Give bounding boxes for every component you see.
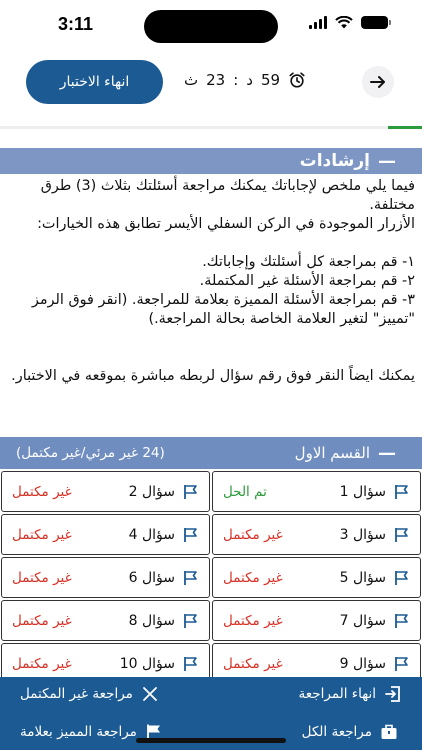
timer-minutes-unit: د [246, 71, 253, 89]
question-status: غير مكتمل [223, 569, 283, 586]
instructions-list-item: ١- قم بمراجعة كل أسئلتك وإجاباتك. [202, 254, 415, 270]
question-cell[interactable]: سؤال 7 غير مكتمل [212, 600, 421, 641]
alarm-clock-icon [289, 72, 305, 88]
arrow-right-icon [370, 76, 385, 88]
instructions-paragraph: الأزرار الموجودة في الركن السفلي الأيسر … [37, 216, 415, 232]
question-cell[interactable]: سؤال 6 غير مكتمل [1, 557, 210, 598]
flag-icon[interactable] [183, 570, 199, 586]
timer-separator: : [233, 71, 239, 89]
question-status: غير مكتمل [223, 526, 283, 543]
flag-icon[interactable] [394, 484, 410, 500]
question-label: سؤال 9 [339, 655, 386, 672]
flag-icon[interactable] [394, 613, 410, 629]
finish-review-label: انهاء المراجعة [298, 686, 376, 702]
question-status: غير مكتمل [12, 612, 72, 629]
instructions-list-item: ٣- قم بمراجعة الأسئلة المميزة بعلامة للم… [31, 292, 415, 327]
question-status: غير مكتمل [12, 655, 72, 672]
flag-icon[interactable] [183, 527, 199, 543]
battery-icon [361, 16, 391, 29]
questions-grid: سؤال 1 تم الحل سؤال 2 غير مكتمل سؤال 3 غ… [0, 471, 422, 681]
briefcase-icon [381, 724, 397, 739]
close-x-icon [143, 687, 157, 701]
flag-icon[interactable] [394, 527, 410, 543]
review-all-label: مراجعة الكل [301, 724, 372, 740]
part-title: القسم الاول [294, 444, 370, 462]
question-cell[interactable]: سؤال 2 غير مكتمل [1, 471, 210, 512]
status-icons [309, 16, 391, 29]
dynamic-island [144, 10, 278, 43]
question-cell[interactable]: سؤال 4 غير مكتمل [1, 514, 210, 555]
question-cell[interactable]: سؤال 1 تم الحل [212, 471, 421, 512]
question-cell[interactable]: سؤال 5 غير مكتمل [212, 557, 421, 598]
question-status: غير مكتمل [12, 569, 72, 586]
question-label: سؤال 4 [128, 526, 175, 543]
question-status: غير مكتمل [223, 655, 283, 672]
question-cell[interactable]: سؤال 9 غير مكتمل [212, 643, 421, 681]
cellular-signal-icon [309, 16, 327, 29]
instructions-body: فيما يلي ملخص لإجاباتك يمكنك مراجعة أسئل… [10, 177, 415, 386]
end-exam-button[interactable]: انهاء الاختبار [26, 60, 163, 104]
review-incomplete-button[interactable]: مراجعة غير المكتمل [20, 685, 159, 703]
exam-timer: 59 د : 23 ث [184, 71, 306, 89]
timer-seconds: 23 [206, 71, 226, 89]
part-unseen-count: (24 غير مرئي/غير مكتمل) [16, 445, 165, 461]
instructions-paragraph: فيما يلي ملخص لإجاباتك يمكنك مراجعة أسئل… [40, 178, 415, 213]
question-status: تم الحل [223, 483, 267, 500]
instructions-header[interactable]: — إرشادات [0, 148, 422, 174]
question-label: سؤال 5 [339, 569, 386, 586]
collapse-icon: — [378, 442, 396, 464]
status-bar: 3:11 [0, 0, 422, 52]
question-label: سؤال 3 [339, 526, 386, 543]
exam-progress-fill [388, 126, 422, 129]
instructions-list-item: ٢- قم بمراجعة الأسئلة غير المكتملة. [199, 273, 415, 289]
review-all-button[interactable]: مراجعة الكل [302, 723, 398, 741]
instructions-paragraph: يمكنك ايضاً النقر فوق رقم سؤال لربطه مبا… [11, 368, 415, 384]
question-label: سؤال 6 [128, 569, 175, 586]
question-label: سؤال 10 [119, 655, 175, 672]
top-bar: انهاء الاختبار 59 د : 23 ث [0, 55, 422, 111]
flag-icon[interactable] [394, 570, 410, 586]
finish-review-button[interactable]: انهاء المراجعة [299, 685, 402, 703]
instructions-title: إرشادات [299, 151, 370, 171]
part-header[interactable]: — القسم الاول (24 غير مرئي/غير مكتمل) [0, 437, 422, 469]
exam-progress-bar [0, 126, 422, 129]
flag-icon[interactable] [183, 656, 199, 672]
review-incomplete-label: مراجعة غير المكتمل [20, 686, 133, 702]
status-time: 3:11 [58, 14, 94, 34]
question-label: سؤال 8 [128, 612, 175, 629]
timer-minutes: 59 [260, 71, 281, 89]
timer-seconds-unit: ث [184, 71, 199, 89]
home-indicator [136, 738, 286, 743]
question-label: سؤال 7 [339, 612, 386, 629]
forward-arrow-button[interactable] [362, 66, 394, 98]
question-cell[interactable]: سؤال 10 غير مكتمل [1, 643, 210, 681]
exit-icon [385, 686, 400, 702]
flag-icon[interactable] [394, 656, 410, 672]
question-cell[interactable]: سؤال 8 غير مكتمل [1, 600, 210, 641]
question-label: سؤال 1 [339, 483, 386, 500]
collapse-icon: — [378, 150, 396, 172]
wifi-icon [335, 16, 353, 29]
question-cell[interactable]: سؤال 3 غير مكتمل [212, 514, 421, 555]
question-status: غير مكتمل [12, 483, 72, 500]
part-header-title-group: — القسم الاول [295, 443, 422, 464]
question-status: غير مكتمل [223, 612, 283, 629]
review-flagged-label: مراجعة المميز بعلامة [20, 724, 137, 740]
flag-icon[interactable] [183, 484, 199, 500]
flag-icon[interactable] [183, 613, 199, 629]
question-status: غير مكتمل [12, 526, 72, 543]
question-label: سؤال 2 [128, 483, 175, 500]
